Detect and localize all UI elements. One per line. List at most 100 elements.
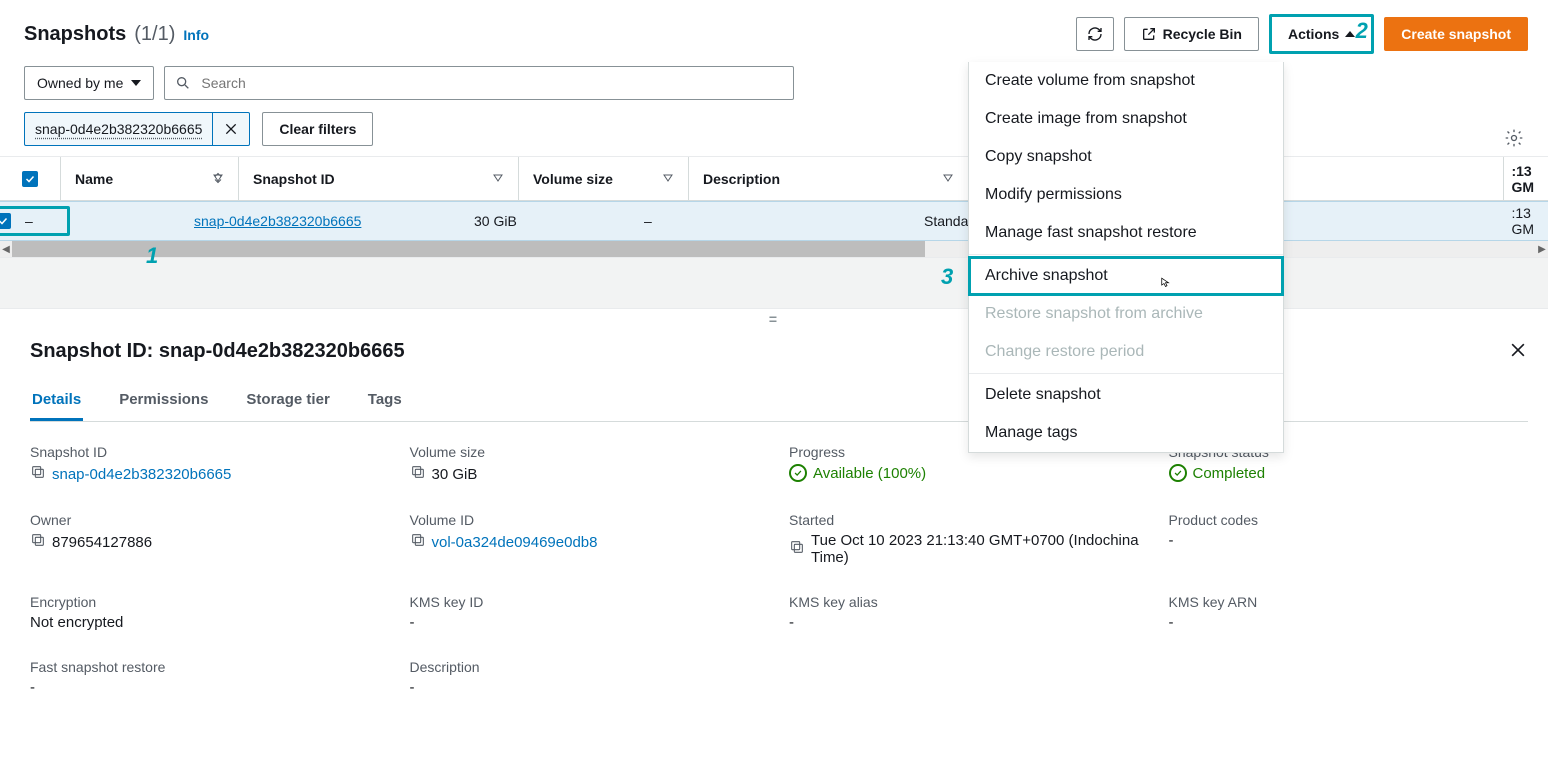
annotation-3: 3 xyxy=(941,264,953,290)
tab-tags[interactable]: Tags xyxy=(366,381,404,421)
col-name[interactable]: Name xyxy=(60,157,238,200)
check-circle-icon xyxy=(1169,464,1187,482)
row-desc: – xyxy=(644,213,652,229)
menu-create-volume[interactable]: Create volume from snapshot xyxy=(969,62,1283,100)
search-input[interactable] xyxy=(199,74,783,92)
annotation-1: 1 xyxy=(146,243,158,269)
gear-icon xyxy=(1504,128,1524,148)
col-snapshot-id[interactable]: Snapshot ID xyxy=(238,157,518,200)
product-value: - xyxy=(1169,532,1174,549)
menu-create-image[interactable]: Create image from snapshot xyxy=(969,100,1283,138)
filter-chip-remove[interactable] xyxy=(212,113,249,145)
horizontal-scrollbar[interactable]: ◀▶ xyxy=(0,241,1548,257)
sort-icon xyxy=(942,171,954,187)
row-time: :13 GM xyxy=(1511,205,1534,237)
kms-id-value: - xyxy=(410,614,415,631)
info-link[interactable]: Info xyxy=(183,27,209,43)
tab-permissions[interactable]: Permissions xyxy=(117,381,210,421)
row-checkbox[interactable] xyxy=(0,213,11,229)
create-snapshot-label: Create snapshot xyxy=(1401,26,1511,42)
clear-filters-button[interactable]: Clear filters xyxy=(262,112,373,146)
field-fsr: Fast snapshot restore - xyxy=(30,659,390,696)
detail-tabs: Details Permissions Storage tier Tags xyxy=(30,381,1528,422)
menu-manage-tags[interactable]: Manage tags xyxy=(969,414,1283,452)
menu-restore-archive: Restore snapshot from archive xyxy=(969,295,1283,333)
create-snapshot-button[interactable]: Create snapshot xyxy=(1384,17,1528,51)
menu-archive-snapshot[interactable]: Archive snapshot xyxy=(969,257,1283,295)
page-title: Snapshots xyxy=(24,23,126,46)
progress-value: Available (100%) xyxy=(813,465,926,482)
search-icon xyxy=(175,75,191,91)
close-icon xyxy=(223,121,239,137)
recycle-bin-button[interactable]: Recycle Bin xyxy=(1124,17,1259,51)
sort-icon xyxy=(662,171,674,187)
caret-down-icon xyxy=(131,80,141,86)
volume-id-value[interactable]: vol-0a324de09469e0db8 xyxy=(432,534,598,551)
col-time[interactable]: :13 GM xyxy=(1503,157,1548,200)
field-owner: Owner 879654127886 xyxy=(30,512,390,566)
close-detail-button[interactable] xyxy=(1508,340,1528,363)
field-description: Description - xyxy=(410,659,770,696)
check-circle-icon xyxy=(789,464,807,482)
owner-filter-label: Owned by me xyxy=(37,75,123,91)
field-volume-size: Volume size 30 GiB xyxy=(410,444,770,484)
copy-button[interactable] xyxy=(410,464,426,484)
page-count: (1/1) xyxy=(134,23,175,46)
caret-up-icon xyxy=(1345,31,1355,37)
filter-chip: snap-0d4e2b382320b6665 xyxy=(24,112,250,146)
kms-alias-value: - xyxy=(789,614,794,631)
select-all-checkbox[interactable] xyxy=(22,171,38,187)
menu-delete-snapshot[interactable]: Delete snapshot xyxy=(969,376,1283,414)
filter-chip-label[interactable]: snap-0d4e2b382320b6665 xyxy=(25,113,212,145)
row-size: 30 GiB xyxy=(474,213,517,229)
settings-button[interactable] xyxy=(1504,128,1524,151)
kms-arn-value: - xyxy=(1169,614,1174,631)
menu-manage-fsr[interactable]: Manage fast snapshot restore xyxy=(969,214,1283,252)
row-name: – xyxy=(25,213,55,229)
desc-value: - xyxy=(410,679,415,696)
col-volume-size[interactable]: Volume size xyxy=(518,157,688,200)
copy-button[interactable] xyxy=(30,532,46,552)
tab-storage-tier[interactable]: Storage tier xyxy=(244,381,331,421)
encryption-value: Not encrypted xyxy=(30,614,123,631)
actions-dropdown: Create volume from snapshot Create image… xyxy=(968,62,1284,453)
annotation-2: 2 xyxy=(1356,18,1368,44)
field-encryption: Encryption Not encrypted xyxy=(30,594,390,631)
menu-modify-permissions[interactable]: Modify permissions xyxy=(969,176,1283,214)
copy-button[interactable] xyxy=(410,532,426,552)
volume-size-value: 30 GiB xyxy=(432,466,478,483)
detail-title: Snapshot ID: snap-0d4e2b382320b6665 xyxy=(30,340,405,363)
copy-button[interactable] xyxy=(789,539,805,559)
clear-filters-label: Clear filters xyxy=(279,121,356,137)
field-product-codes: Product codes - xyxy=(1169,512,1529,566)
field-kms-id: KMS key ID - xyxy=(410,594,770,631)
col-description[interactable]: Description xyxy=(688,157,968,200)
field-kms-alias: KMS key alias - xyxy=(789,594,1149,631)
snapshot-id-value[interactable]: snap-0d4e2b382320b6665 xyxy=(52,466,231,483)
status-value: Completed xyxy=(1193,465,1266,482)
refresh-button[interactable] xyxy=(1076,17,1114,51)
owner-value: 879654127886 xyxy=(52,534,152,551)
field-snapshot-id: Snapshot ID snap-0d4e2b382320b6665 xyxy=(30,444,390,484)
menu-copy-snapshot[interactable]: Copy snapshot xyxy=(969,138,1283,176)
search-field[interactable] xyxy=(164,66,794,100)
cursor-icon xyxy=(1155,276,1173,299)
external-icon xyxy=(1141,26,1157,42)
copy-button[interactable] xyxy=(30,464,46,484)
fsr-value: - xyxy=(30,679,35,696)
menu-change-restore: Change restore period xyxy=(969,333,1283,371)
sort-icon xyxy=(212,171,224,187)
refresh-icon xyxy=(1087,26,1103,42)
grip-icon: = xyxy=(769,311,779,327)
actions-label: Actions xyxy=(1288,26,1339,42)
close-icon xyxy=(1508,340,1528,360)
tab-details[interactable]: Details xyxy=(30,381,83,421)
row-snapshot-link[interactable]: snap-0d4e2b382320b6665 xyxy=(194,213,361,229)
menu-separator xyxy=(969,254,1283,255)
panel-resizer[interactable]: = xyxy=(0,308,1548,328)
table-row[interactable]: – snap-0d4e2b382320b6665 30 GiB – Standa… xyxy=(0,201,1548,241)
owner-filter[interactable]: Owned by me xyxy=(24,66,154,100)
table-header: Name Snapshot ID Volume size Description… xyxy=(0,157,1548,201)
field-started: Started Tue Oct 10 2023 21:13:40 GMT+070… xyxy=(789,512,1149,566)
sort-icon xyxy=(492,171,504,187)
